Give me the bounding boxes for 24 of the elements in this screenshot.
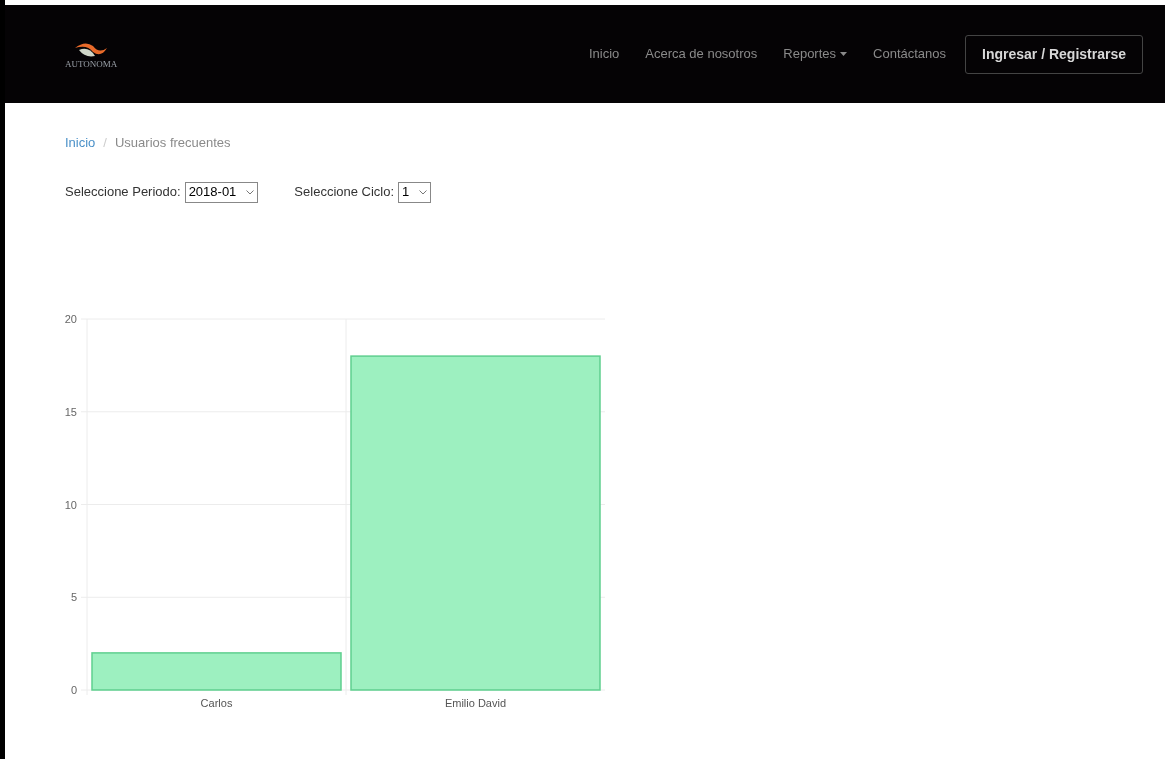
filter-label: Seleccione Periodo: xyxy=(65,183,181,202)
nav-link[interactable]: Inicio xyxy=(575,44,633,64)
nav-link[interactable]: Acerca de nosotros xyxy=(632,44,771,64)
chevron-down-icon xyxy=(419,189,428,195)
breadcrumb-current: Usuarios frecuentes xyxy=(115,134,231,152)
filter-label: Seleccione Ciclo: xyxy=(294,183,395,202)
login-button[interactable]: Ingresar / Registrarse xyxy=(965,34,1143,74)
select-field[interactable]: 2018-01 xyxy=(184,181,259,203)
select-field[interactable]: 1 xyxy=(398,181,432,203)
nav-link[interactable]: Reportes xyxy=(770,44,861,64)
axis-tick-label: 5 xyxy=(70,590,77,603)
nav-link[interactable]: Contáctanos xyxy=(860,44,960,64)
category-label: Carlos xyxy=(200,696,233,709)
category-label: Emilio David xyxy=(444,696,507,709)
axis-tick-label: 15 xyxy=(64,405,77,418)
logo[interactable]: AUTONOMA xyxy=(65,39,118,69)
breadcrumb-link[interactable]: Inicio xyxy=(65,133,96,153)
breadcrumb-separator: / xyxy=(102,134,108,152)
axis-tick-label: 20 xyxy=(64,312,77,325)
caret-icon xyxy=(840,52,848,56)
axis-tick-label: 0 xyxy=(70,683,77,696)
logo-text: AUTONOMA xyxy=(65,59,118,69)
axis-tick-label: 10 xyxy=(64,498,77,510)
chevron-down-icon xyxy=(246,189,255,195)
